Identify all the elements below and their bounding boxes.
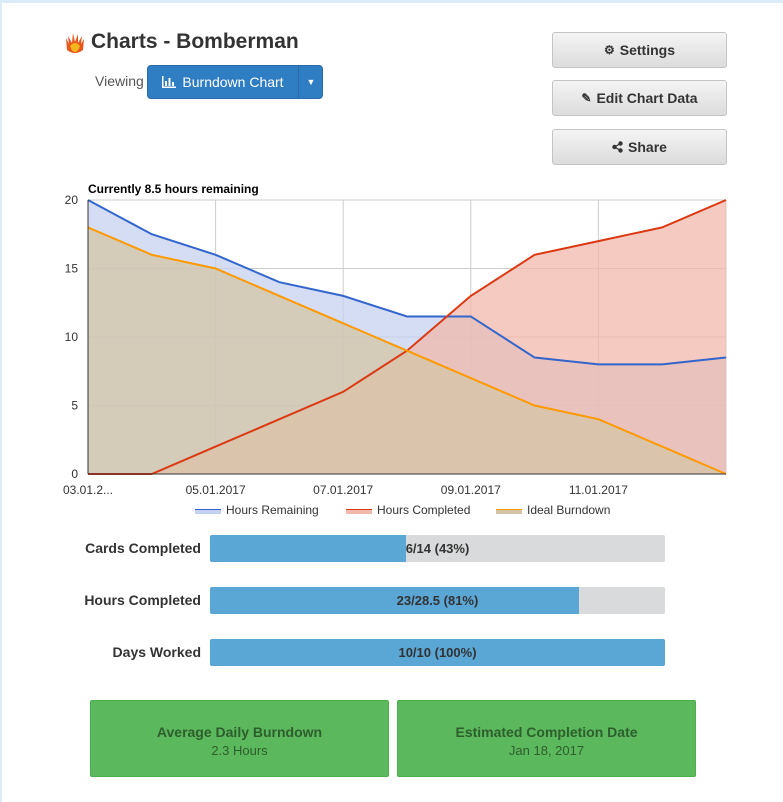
progress-bar: 6/14 (43%) <box>210 535 665 562</box>
viewing-label: Viewing <box>95 73 144 89</box>
y-tick-label: 20 <box>65 193 79 207</box>
share-icon <box>612 141 623 153</box>
legend-label: Hours Completed <box>377 503 470 517</box>
legend-swatch-fill <box>195 510 221 514</box>
stat-title: Average Daily Burndown <box>156 724 323 740</box>
page-title: Charts - Bomberman <box>91 30 299 53</box>
progress-text: 6/14 (43%) <box>405 541 470 556</box>
x-tick-label: 09.01.2017 <box>441 483 501 497</box>
y-tick-label: 0 <box>71 467 78 481</box>
legend-swatch-fill <box>346 510 372 514</box>
settings-button[interactable]: ⚙ Settings <box>552 32 727 68</box>
chart-title: Currently 8.5 hours remaining <box>88 182 259 196</box>
progress-bar: 23/28.5 (81%) <box>210 587 665 614</box>
pencil-icon: ✎ <box>581 91 592 105</box>
stat-value: Jan 18, 2017 <box>508 743 585 758</box>
top-border <box>0 0 783 3</box>
x-tick-label: 03.01.2... <box>63 483 113 497</box>
y-tick-label: 15 <box>65 262 79 276</box>
legend-label: Hours Remaining <box>226 503 319 517</box>
legend-label: Ideal Burndown <box>527 503 610 517</box>
estimated-completion-date-box: Estimated Completion Date Jan 18, 2017 <box>397 700 696 777</box>
progress-text: 10/10 (100%) <box>398 645 477 660</box>
share-button[interactable]: Share <box>552 129 727 165</box>
gear-icon: ⚙ <box>604 43 615 57</box>
stat-title: Estimated Completion Date <box>455 724 638 740</box>
view-selector-button[interactable]: Burndown Chart ▼ <box>147 65 323 99</box>
progress-label: Days Worked <box>112 644 201 660</box>
fire-icon <box>66 33 84 53</box>
average-daily-burndown-box: Average Daily Burndown 2.3 Hours <box>90 700 389 777</box>
progress-bar: 10/10 (100%) <box>210 639 665 666</box>
y-tick-label: 5 <box>71 399 78 413</box>
progress-label: Hours Completed <box>84 592 201 608</box>
x-tick-label: 07.01.2017 <box>313 483 373 497</box>
legend-swatch-fill <box>496 510 522 514</box>
share-label: Share <box>628 139 667 155</box>
stat-value: 2.3 Hours <box>211 743 268 758</box>
bar-chart-icon <box>162 76 177 88</box>
view-selector-label: Burndown Chart <box>182 74 284 90</box>
chevron-down-icon[interactable]: ▼ <box>299 66 323 98</box>
progress-label: Cards Completed <box>85 540 201 556</box>
settings-label: Settings <box>619 42 675 58</box>
progress-text: 23/28.5 (81%) <box>396 593 479 608</box>
burndown-chart: Currently 8.5 hours remaining 0 5 10 15 20 03.… <box>0 180 783 520</box>
x-tick-label: 05.01.2017 <box>186 483 246 497</box>
view-selector-main[interactable]: Burndown Chart <box>148 66 298 98</box>
edit-chart-data-label: Edit Chart Data <box>596 90 698 106</box>
burndown-chart-svg: Currently 8.5 hours remaining 0 5 10 15 20 03.… <box>63 182 727 517</box>
x-tick-label: 11.01.2017 <box>569 483 628 497</box>
edit-chart-data-button[interactable]: ✎ Edit Chart Data <box>552 80 727 116</box>
y-tick-label: 10 <box>65 330 79 344</box>
